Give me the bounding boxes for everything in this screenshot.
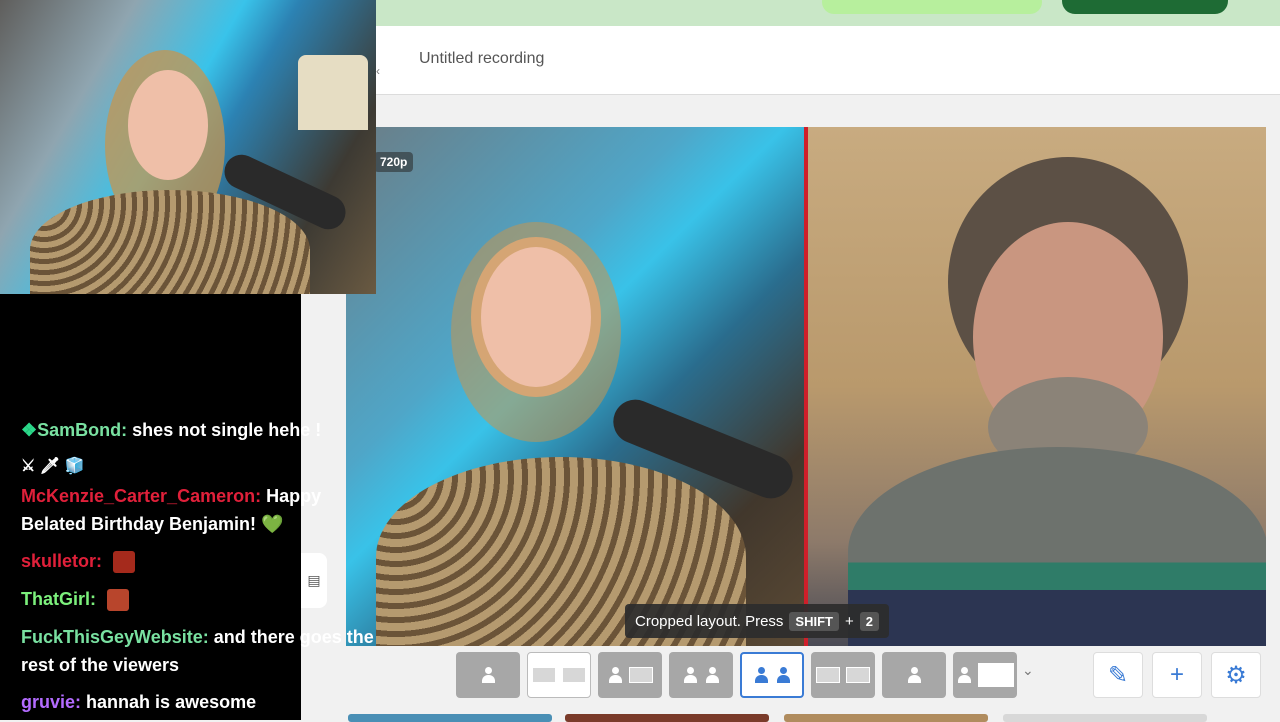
chat-message: McKenzie_Carter_Cameron: Happy Belated B… (21, 486, 322, 534)
screen-tile-icon (629, 667, 653, 683)
shortcut-plus: + (844, 612, 854, 630)
chat-username[interactable]: FuckThisGeyWebsite (21, 627, 203, 647)
badge-icon: ❖ (21, 420, 38, 440)
skull-emote-icon (113, 551, 136, 574)
add-button[interactable]: + (1152, 652, 1202, 698)
person-icon (480, 667, 496, 683)
layout-single-speaker-button[interactable] (456, 652, 520, 698)
participant-body (848, 447, 1266, 646)
settings-button[interactable]: ⚙ (1211, 652, 1261, 698)
person-icon (607, 667, 623, 683)
layout-speaker-share-button[interactable] (598, 652, 662, 698)
face-emote-icon (107, 589, 130, 612)
scene-thumbnails (346, 712, 1280, 722)
pencil-icon: ✎ (1107, 661, 1129, 689)
person-icon (956, 667, 972, 683)
person-icon (753, 667, 769, 683)
chat-username[interactable]: ThatGirl (21, 589, 90, 609)
tooltip-text: Cropped layout. Press (635, 612, 784, 630)
banner-button-dark[interactable] (1062, 0, 1228, 14)
chat-username[interactable]: gruvie (21, 692, 75, 712)
grid-tile-icon (846, 667, 870, 683)
recording-header: ‹ Untitled recording (376, 26, 1280, 95)
layout-more-chevron-icon[interactable]: ⌄ (1022, 662, 1034, 679)
layout-toolbar: ⌄ ✎ + ⚙ (346, 646, 1280, 706)
chat-message: ThatGirl: (21, 585, 381, 613)
chat-username[interactable]: skulletor (21, 551, 96, 571)
screen-tile-icon (978, 663, 1014, 687)
layout-screen-share-button[interactable] (527, 652, 591, 698)
chat-message: FuckThisGeyWebsite: and there goes the r… (21, 627, 374, 675)
gear-icon: ⚙ (1225, 661, 1247, 689)
layout-tooltip: Cropped layout. Press SHIFT + 2 (625, 604, 889, 638)
person-icon (682, 667, 698, 683)
recording-stage: 720p (346, 127, 1266, 646)
scene-thumbnail[interactable] (784, 714, 988, 722)
banner-button-light[interactable] (822, 0, 1042, 14)
scene-thumbnail[interactable] (565, 714, 769, 722)
resolution-badge: 720p (374, 152, 414, 172)
chat-text: hannah is awesome (86, 692, 257, 712)
layout-cropped-button[interactable] (740, 652, 804, 698)
participant-face (481, 247, 591, 387)
scene-thumbnail[interactable] (1003, 714, 1207, 722)
screen-tile-icon (532, 667, 556, 683)
top-banner (376, 0, 1280, 26)
shortcut-key-2: 2 (859, 611, 879, 631)
layout-grid-button[interactable] (811, 652, 875, 698)
lamp-shade (298, 55, 368, 130)
chat-badges-icons: ⚔ 🗡 🧊 (21, 458, 85, 475)
chat-text: shes not single hehe ! (132, 420, 322, 440)
person-icon (775, 667, 791, 683)
person-icon (704, 667, 720, 683)
grid-tile-icon (816, 667, 840, 683)
streamer-body (30, 190, 310, 294)
participant-video-left: 720p (346, 127, 804, 646)
chat-message: gruvie: hannah is awesome (21, 692, 257, 712)
layout-two-speakers-button[interactable] (669, 652, 733, 698)
chat-message: skulletor: (21, 547, 381, 575)
back-chevron-icon[interactable]: ‹ (376, 64, 380, 78)
streamer-face (128, 70, 208, 180)
chat-badges: ⚔ 🗡 🧊 (21, 453, 381, 481)
chat-username[interactable]: McKenzie_Carter_Cameron (21, 486, 255, 506)
layout-screen-only-button[interactable] (882, 652, 946, 698)
edit-button[interactable]: ✎ (1093, 652, 1143, 698)
chat-message: ❖SamBond: shes not single hehe ! (21, 420, 322, 440)
screen-tile-icon (562, 667, 586, 683)
participant-video-right (808, 127, 1266, 646)
chat-username[interactable]: SamBond (37, 420, 121, 440)
shortcut-key-shift: SHIFT (789, 611, 839, 631)
plus-icon: + (1169, 661, 1184, 688)
streamer-webcam (0, 0, 376, 294)
layout-sidebar-button[interactable] (953, 652, 1017, 698)
person-icon (906, 667, 922, 683)
recording-title[interactable]: Untitled recording (419, 50, 544, 68)
